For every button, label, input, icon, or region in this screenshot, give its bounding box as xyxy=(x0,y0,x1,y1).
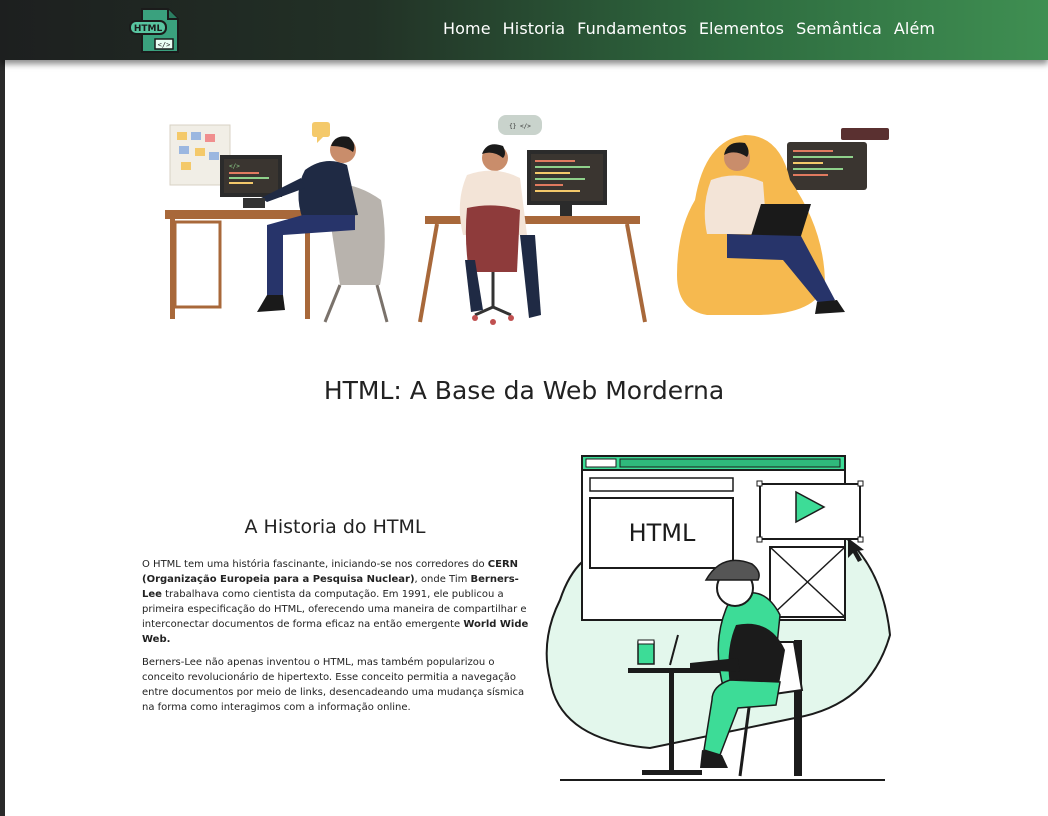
nav-historia[interactable]: Historia xyxy=(503,19,566,38)
svg-text:HTML: HTML xyxy=(629,519,696,547)
developer-desk-scene: </> xyxy=(165,122,389,323)
developer-back-scene: {} </> xyxy=(418,115,647,325)
nav-alem[interactable]: Além xyxy=(894,19,935,38)
beanbag-laptop-scene xyxy=(677,128,889,315)
svg-text:</>: </> xyxy=(229,163,240,170)
hero-illustration: </> {} </> xyxy=(165,115,889,325)
nav-semantica[interactable]: Semântica xyxy=(796,19,882,38)
svg-text:HTML: HTML xyxy=(134,24,163,34)
nav-elementos[interactable]: Elementos xyxy=(699,19,784,38)
history-paragraph-2: Berners-Lee não apenas inventou o HTML, … xyxy=(142,657,525,713)
html-logo-icon[interactable]: HTML </> xyxy=(128,6,182,54)
p1-text-1: O HTML tem uma história fascinante, inic… xyxy=(142,559,488,570)
history-section-title: A Historia do HTML xyxy=(244,516,426,538)
history-paragraph-1: O HTML tem uma história fascinante, inic… xyxy=(142,557,534,647)
html-history-illustration: HTML xyxy=(545,455,892,781)
page-title: HTML: A Base da Web Morderna xyxy=(323,376,725,405)
main-nav: Home Historia Fundamentos Elementos Semâ… xyxy=(443,19,935,38)
p1-text-2: , onde Tim xyxy=(414,574,471,585)
window-edge xyxy=(0,0,5,816)
nav-home[interactable]: Home xyxy=(443,19,491,38)
navbar: HTML </> Home Historia Fundamentos Eleme… xyxy=(0,0,1048,60)
nav-fundamentos[interactable]: Fundamentos xyxy=(577,19,687,38)
svg-text:{} </>: {} </> xyxy=(509,123,531,130)
svg-text:</>: </> xyxy=(158,41,171,49)
